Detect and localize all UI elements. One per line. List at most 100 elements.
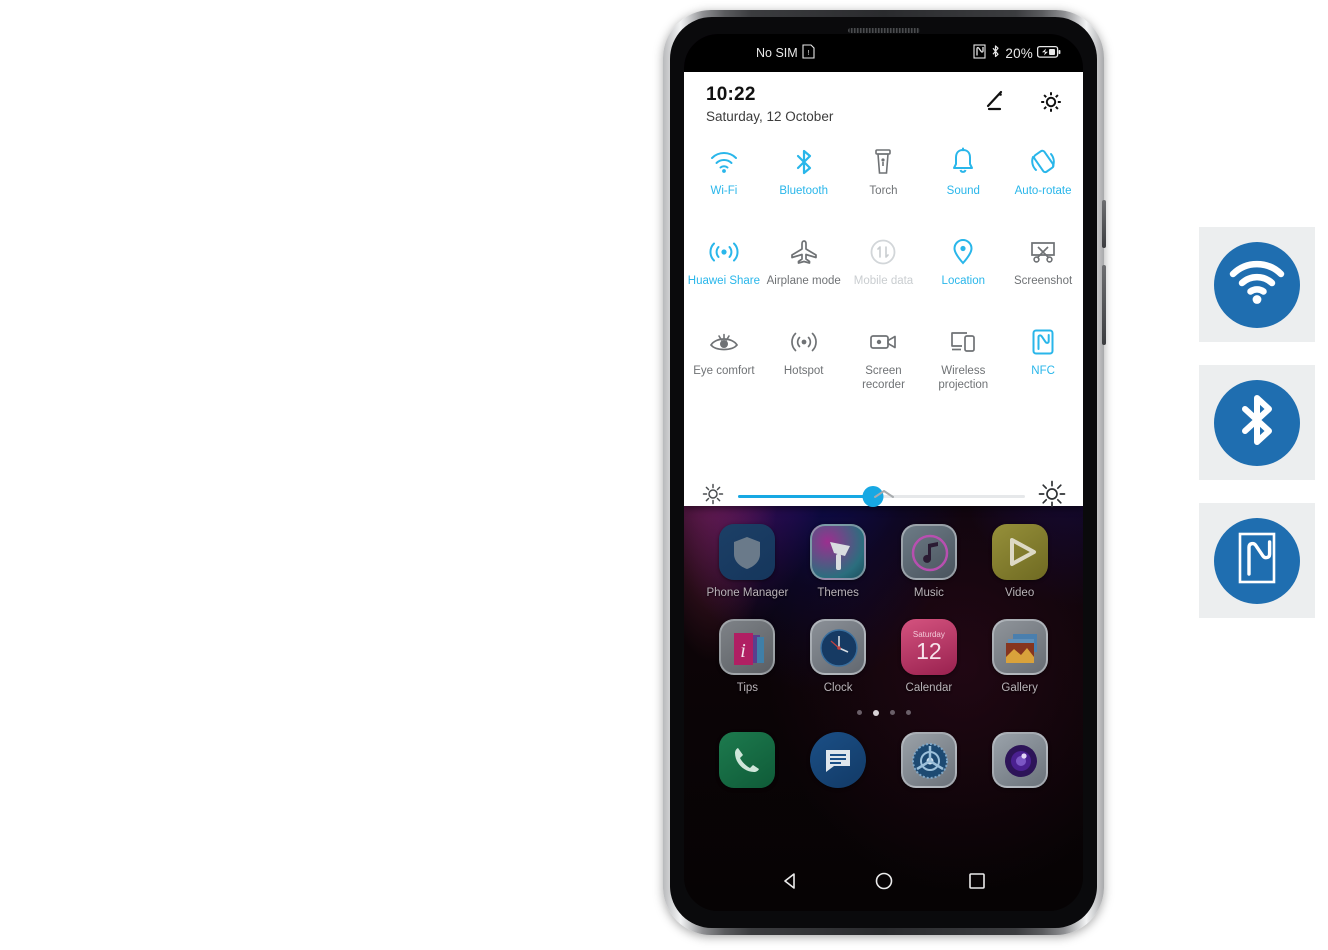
- app-label: Themes: [817, 587, 859, 599]
- wifi-icon: [1227, 258, 1287, 311]
- app-video[interactable]: Video: [974, 524, 1065, 599]
- recents-square-icon[interactable]: [966, 870, 988, 897]
- qs-tile-mobile-data[interactable]: Mobile data: [844, 224, 924, 314]
- earpiece-speaker: [847, 28, 920, 33]
- pencil-edit-icon[interactable]: [979, 88, 1007, 116]
- home-circle-icon[interactable]: [873, 870, 895, 897]
- bluetooth-icon: [990, 44, 1001, 62]
- qs-row-1: Wi-Fi Bluetooth Torch Sound Auto-rotate: [684, 134, 1083, 224]
- huawei-share-icon: [708, 235, 740, 269]
- app-row-2: i Tips Clock Saturday 12 Calendar Galler…: [684, 619, 1083, 694]
- qs-tile-auto-rotate[interactable]: Auto-rotate: [1003, 134, 1083, 224]
- status-bar-right: 20%: [973, 44, 1061, 62]
- mobile-data-icon: [869, 235, 897, 269]
- qs-tile-label: Screen recorder: [862, 365, 905, 391]
- auto-rotate-icon: [1028, 145, 1058, 179]
- torch-icon: [872, 145, 894, 179]
- navigation-bar: [684, 855, 1083, 911]
- qs-tile-torch[interactable]: Torch: [844, 134, 924, 224]
- qs-tile-label: Airplane mode: [766, 275, 841, 287]
- camera-icon: [991, 732, 1048, 788]
- app-label: Phone Manager: [706, 587, 789, 599]
- chevron-up-icon[interactable]: [684, 488, 1083, 500]
- app-calendar[interactable]: Saturday 12 Calendar: [884, 619, 975, 694]
- qs-tile-label: Auto-rotate: [1014, 185, 1072, 197]
- qs-tile-nfc[interactable]: NFC: [1003, 314, 1083, 404]
- qs-tile-screen-recorder[interactable]: Screen recorder: [844, 314, 924, 404]
- app-label: Tips: [736, 682, 759, 694]
- qs-tile-label: Screenshot: [1013, 275, 1073, 287]
- app-music[interactable]: Music: [884, 524, 975, 599]
- page-dot[interactable]: [889, 710, 895, 715]
- qs-tile-label: Sound: [946, 185, 980, 197]
- qs-tile-label: NFC: [1031, 365, 1055, 377]
- home-screen: Phone Manager Themes Music Video i Tips …: [684, 506, 1083, 911]
- gear-icon[interactable]: [1037, 88, 1065, 116]
- app-label: Calendar: [905, 682, 953, 694]
- bluetooth-icon: [1236, 392, 1278, 453]
- bluetooth-icon: [793, 145, 815, 179]
- themes-icon: [810, 524, 867, 580]
- qs-tile-wireless-projection[interactable]: Wireless projection: [923, 314, 1003, 404]
- app-themes[interactable]: Themes: [793, 524, 884, 599]
- qs-tile-label: Location: [941, 275, 986, 287]
- nfc-icon: [1234, 530, 1280, 591]
- qs-row-2: Huawei Share Airplane mode Mobile data L…: [684, 224, 1083, 314]
- dock-item-settings[interactable]: [884, 732, 975, 788]
- gallery-icon: [991, 619, 1048, 675]
- app-phone-manager[interactable]: Phone Manager: [702, 524, 793, 599]
- qs-tile-label: Torch: [869, 185, 898, 197]
- nfc-icon: [1030, 325, 1056, 359]
- qs-tile-sound[interactable]: Sound: [923, 134, 1003, 224]
- qs-tile-label: Bluetooth: [779, 185, 828, 197]
- qs-tile-label: Wireless projection: [938, 365, 989, 391]
- volume-button[interactable]: [1102, 200, 1106, 248]
- app-clock[interactable]: Clock: [793, 619, 884, 694]
- page-dot[interactable]: [905, 710, 911, 715]
- phone-frame: Phone Manager Themes Music Video i Tips …: [663, 10, 1106, 935]
- qs-tile-hotspot[interactable]: Hotspot: [764, 314, 844, 404]
- bell-icon: [950, 145, 976, 179]
- airplane-icon: [789, 235, 819, 269]
- app-label: Music: [913, 587, 944, 599]
- hotspot-icon: [790, 325, 818, 359]
- battery-charging-icon: [1036, 45, 1061, 62]
- page-indicator: [684, 710, 1083, 716]
- phone-screen: Phone Manager Themes Music Video i Tips …: [684, 34, 1083, 911]
- qs-tile-label: Hotspot: [783, 365, 824, 377]
- app-row-1: Phone Manager Themes Music Video: [684, 524, 1083, 599]
- app-label: Clock: [823, 682, 853, 694]
- qs-tile-screenshot[interactable]: Screenshot: [1003, 224, 1083, 314]
- dock-item-messages[interactable]: [793, 732, 884, 788]
- qs-tile-wifi[interactable]: Wi-Fi: [684, 134, 764, 224]
- power-button[interactable]: [1102, 265, 1106, 345]
- qs-tile-location[interactable]: Location: [923, 224, 1003, 314]
- qs-tile-airplane-mode[interactable]: Airplane mode: [764, 224, 844, 314]
- phone-device: Phone Manager Themes Music Video i Tips …: [663, 10, 1106, 935]
- quick-settings-grid: Wi-Fi Bluetooth Torch Sound Auto-rotate …: [684, 134, 1083, 404]
- dock-item-phone[interactable]: [702, 732, 793, 788]
- sim-card-icon: !: [802, 44, 815, 62]
- back-triangle-icon[interactable]: [780, 870, 802, 897]
- app-gallery[interactable]: Gallery: [974, 619, 1065, 694]
- location-pin-icon: [951, 235, 975, 269]
- page-dot-active[interactable]: [872, 710, 879, 716]
- app-tips[interactable]: i Tips: [702, 619, 793, 694]
- qs-tile-eye-comfort[interactable]: Eye comfort: [684, 314, 764, 404]
- quick-settings-panel: 10:22 Saturday, 12 October Wi-Fi Bluetoo…: [684, 72, 1083, 507]
- qs-tile-label: Wi-Fi: [710, 185, 738, 197]
- quick-settings-actions: [979, 88, 1065, 116]
- screen-recorder-icon: [868, 325, 898, 359]
- page-dot[interactable]: [856, 710, 862, 715]
- status-bar-left: No SIM !: [756, 44, 815, 62]
- qs-tile-bluetooth[interactable]: Bluetooth: [764, 134, 844, 224]
- callout-circle: [1214, 241, 1300, 328]
- no-sim-label: No SIM: [756, 46, 798, 60]
- callout-circle: [1214, 517, 1300, 604]
- calendar-icon: Saturday 12: [900, 619, 957, 675]
- callout-bluetooth: [1199, 365, 1315, 480]
- music-icon: [900, 524, 957, 580]
- tips-icon: i: [719, 619, 776, 675]
- dock-item-camera[interactable]: [974, 732, 1065, 788]
- qs-tile-huawei-share[interactable]: Huawei Share: [684, 224, 764, 314]
